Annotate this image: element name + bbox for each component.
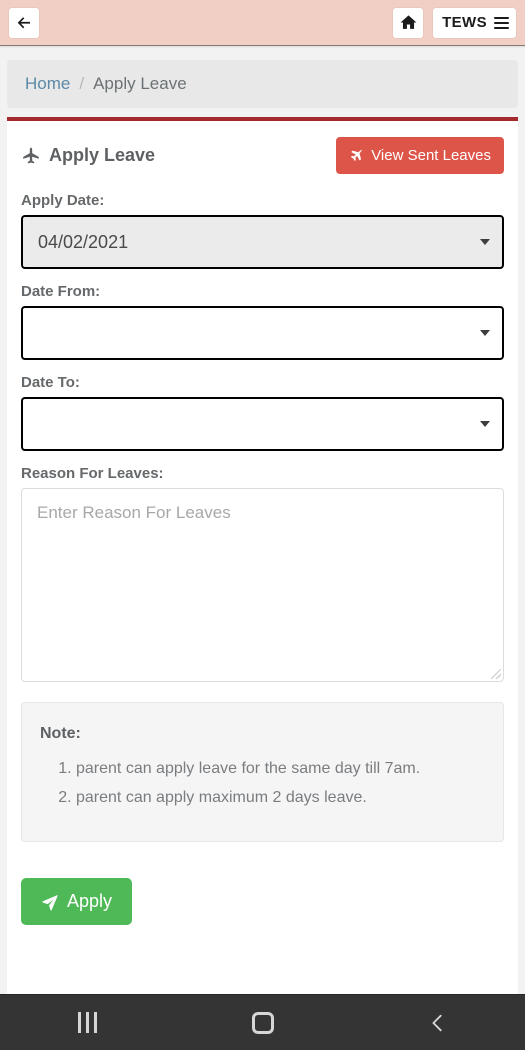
breadcrumb-separator: / (79, 74, 85, 93)
home-icon (399, 13, 418, 32)
breadcrumb: Home / Apply Leave (7, 60, 518, 108)
reason-textarea[interactable]: Enter Reason For Leaves (21, 488, 504, 682)
list-item: parent can apply maximum 2 days leave. (76, 786, 485, 810)
date-from-select[interactable] (21, 306, 504, 360)
plane-up-icon (21, 146, 41, 166)
android-navigation-bar (0, 994, 525, 1050)
hamburger-menu-icon (494, 16, 509, 29)
paper-plane-icon (41, 893, 59, 911)
date-to-label: Date To: (21, 374, 80, 391)
note-title: Note: (40, 725, 81, 742)
apply-date-label: Apply Date: (21, 192, 105, 209)
home-nav-button[interactable] (228, 995, 298, 1050)
chevron-left-icon (427, 1012, 449, 1034)
breadcrumb-current: Apply Leave (93, 74, 187, 93)
brand-menu-button[interactable]: TEWS (433, 7, 516, 38)
chevron-down-icon (480, 330, 490, 336)
page-content: Home / Apply Leave Apply Leave View Sent… (0, 46, 525, 994)
page-title: Apply Leave (21, 145, 155, 166)
back-button[interactable] (9, 7, 39, 38)
note-list: parent can apply leave for the same day … (76, 757, 485, 810)
plane-send-icon (349, 148, 364, 163)
page-title-text: Apply Leave (49, 145, 156, 165)
breadcrumb-home-link[interactable]: Home (25, 74, 70, 94)
note-panel: Note: parent can apply leave for the sam… (21, 702, 504, 842)
chevron-down-icon (480, 421, 490, 427)
reason-placeholder: Enter Reason For Leaves (37, 503, 231, 522)
chevron-down-icon (480, 239, 490, 245)
app-top-bar: TEWS (0, 0, 525, 48)
brand-label: TEWS (442, 14, 487, 31)
recents-button[interactable] (53, 995, 123, 1050)
apply-button-row: Apply (21, 878, 504, 947)
view-sent-leaves-button[interactable]: View Sent Leaves (336, 137, 504, 174)
arrow-left-icon (15, 14, 33, 32)
recents-icon (78, 1012, 97, 1033)
apply-leave-card: Apply Leave View Sent Leaves Apply Date:… (7, 117, 518, 994)
app-root: TEWS Home / Apply Leave Apply Leave View… (0, 0, 525, 1050)
list-item: parent can apply leave for the same day … (76, 757, 485, 781)
apply-button-label: Apply (67, 891, 113, 911)
resize-handle-icon[interactable] (491, 669, 501, 679)
home-button[interactable] (393, 7, 424, 38)
date-from-label: Date From: (21, 283, 101, 300)
date-to-select[interactable] (21, 397, 504, 451)
home-square-icon (251, 1011, 274, 1034)
apply-date-value: 04/02/2021 (38, 231, 129, 252)
card-header: Apply Leave View Sent Leaves (21, 133, 504, 174)
apply-date-select[interactable]: 04/02/2021 (21, 215, 504, 269)
reason-label: Reason For Leaves: (21, 465, 164, 482)
back-nav-button[interactable] (403, 995, 473, 1050)
view-sent-leaves-label: View Sent Leaves (371, 147, 491, 164)
apply-button[interactable]: Apply (21, 878, 133, 925)
